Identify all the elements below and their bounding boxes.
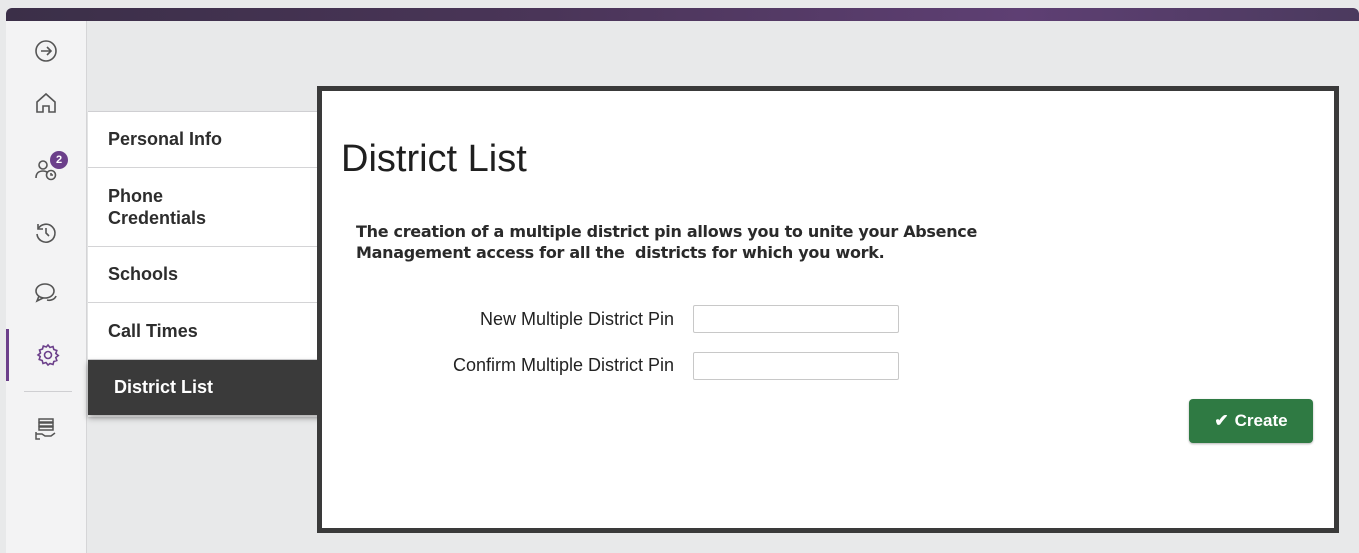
home-icon — [36, 92, 56, 113]
rail-item-expand[interactable] — [6, 25, 86, 77]
confirm-pin-label: Confirm Multiple District Pin — [452, 355, 674, 375]
menu-item-label: District List — [114, 377, 214, 397]
create-button[interactable]: ✔ Create — [1189, 399, 1313, 443]
rail-item-services[interactable] — [6, 403, 86, 455]
menu-item-personal-info[interactable]: Personal Info — [88, 112, 341, 168]
menu-item-label: Call Times — [108, 320, 198, 341]
notification-badge: 2 — [50, 151, 68, 169]
description-line: The creation of a multiple district pin … — [356, 222, 978, 241]
description-line: Management access for all the districts … — [356, 243, 885, 262]
checkmark-icon: ✔ — [1214, 411, 1229, 430]
page-title: District List — [341, 138, 527, 180]
rail-divider — [24, 391, 72, 392]
gear-icon — [36, 343, 60, 367]
create-button-label: Create — [1234, 411, 1288, 430]
new-pin-input[interactable] — [693, 305, 899, 333]
new-pin-label: New Multiple District Pin — [479, 309, 674, 329]
menu-item-schools[interactable]: Schools — [88, 247, 341, 303]
menu-item-label: Personal Info — [108, 129, 223, 149]
rail-item-people[interactable]: 2 — [6, 143, 86, 195]
arrow-right-circle-icon — [35, 40, 57, 62]
menu-item-label: Phone Credentials — [108, 186, 207, 228]
menu-item-district-list[interactable]: District List — [88, 360, 341, 415]
hand-stack-icon — [35, 418, 56, 440]
rail-item-home[interactable] — [6, 77, 86, 129]
chat-icon — [35, 283, 57, 303]
rail-item-messages[interactable] — [6, 267, 86, 319]
confirm-pin-input[interactable] — [693, 352, 899, 380]
history-icon — [36, 223, 56, 243]
description-text: The creation of a multiple district pin … — [356, 221, 1056, 263]
top-header-bar — [6, 8, 1359, 21]
menu-item-phone-credentials[interactable]: Phone Credentials — [88, 168, 341, 247]
rail-item-settings[interactable] — [6, 329, 86, 381]
settings-menu: Personal Info Phone Credentials Schools … — [88, 111, 341, 417]
menu-item-label: Schools — [108, 264, 179, 284]
rail-item-history[interactable] — [6, 207, 86, 259]
nav-rail: 2 — [6, 21, 87, 553]
menu-item-call-times[interactable]: Call Times — [88, 303, 341, 360]
